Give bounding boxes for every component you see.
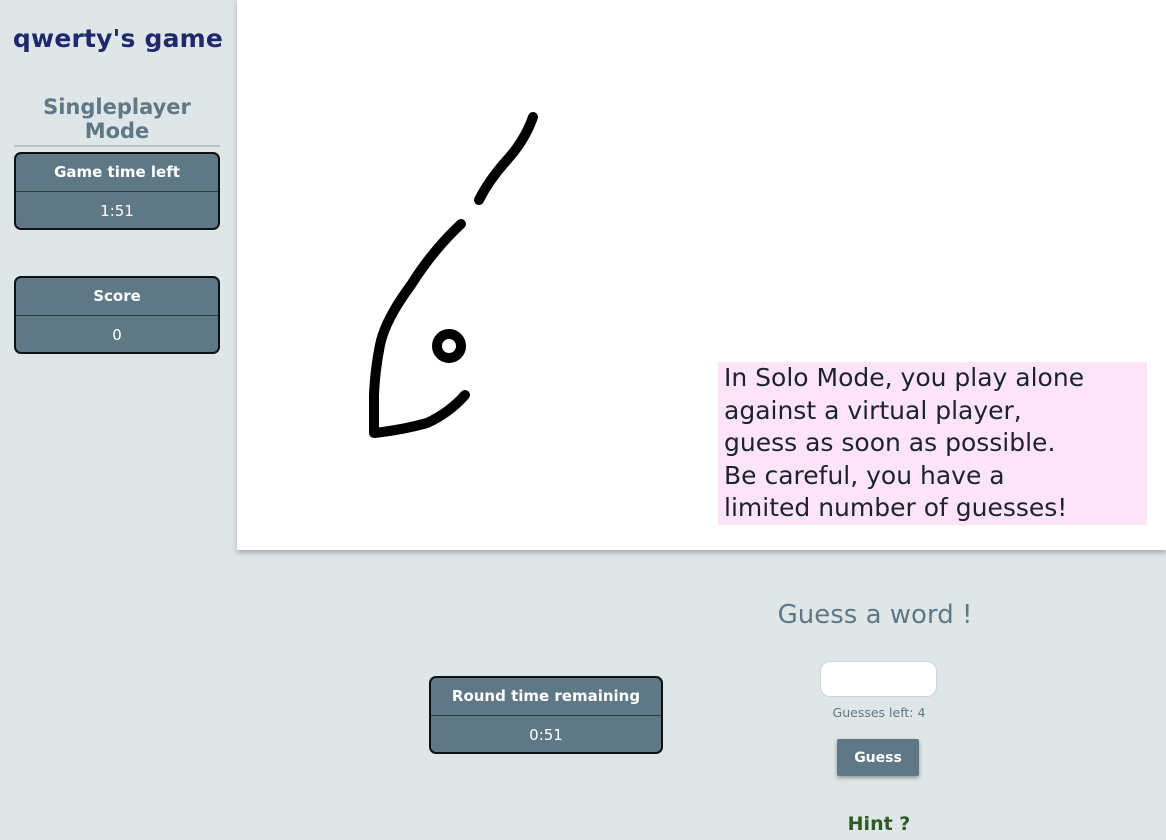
score-value: 0	[112, 326, 122, 344]
round-time-label: Round time remaining	[431, 678, 661, 716]
stroke-upper-line	[474, 112, 538, 205]
guess-button[interactable]: Guess	[837, 739, 919, 776]
game-time-value: 1:51	[100, 202, 134, 220]
guesses-left-text: Guesses left: 4	[832, 705, 926, 720]
hint-link[interactable]: Hint ?	[820, 813, 938, 835]
game-time-label: Game time left	[16, 154, 218, 192]
mode-title: Singleplayer Mode	[14, 95, 220, 147]
round-time-value: 0:51	[529, 726, 563, 744]
score-box: Score 0	[14, 276, 220, 354]
instructions-text: In Solo Mode, you play alone against a v…	[718, 362, 1147, 525]
sidebar: qwerty's game Singleplayer Mode Game tim…	[0, 0, 236, 840]
stroke-eye	[432, 329, 466, 363]
guess-input[interactable]	[820, 661, 937, 697]
game-time-box: Game time left 1:51	[14, 152, 220, 230]
stroke-main-curve	[369, 219, 470, 438]
drawing-canvas[interactable]: In Solo Mode, you play alone against a v…	[237, 0, 1166, 550]
score-label: Score	[16, 278, 218, 316]
game-title: qwerty's game	[12, 24, 224, 53]
round-time-box: Round time remaining 0:51	[429, 676, 663, 754]
guess-heading: Guess a word !	[777, 600, 973, 630]
